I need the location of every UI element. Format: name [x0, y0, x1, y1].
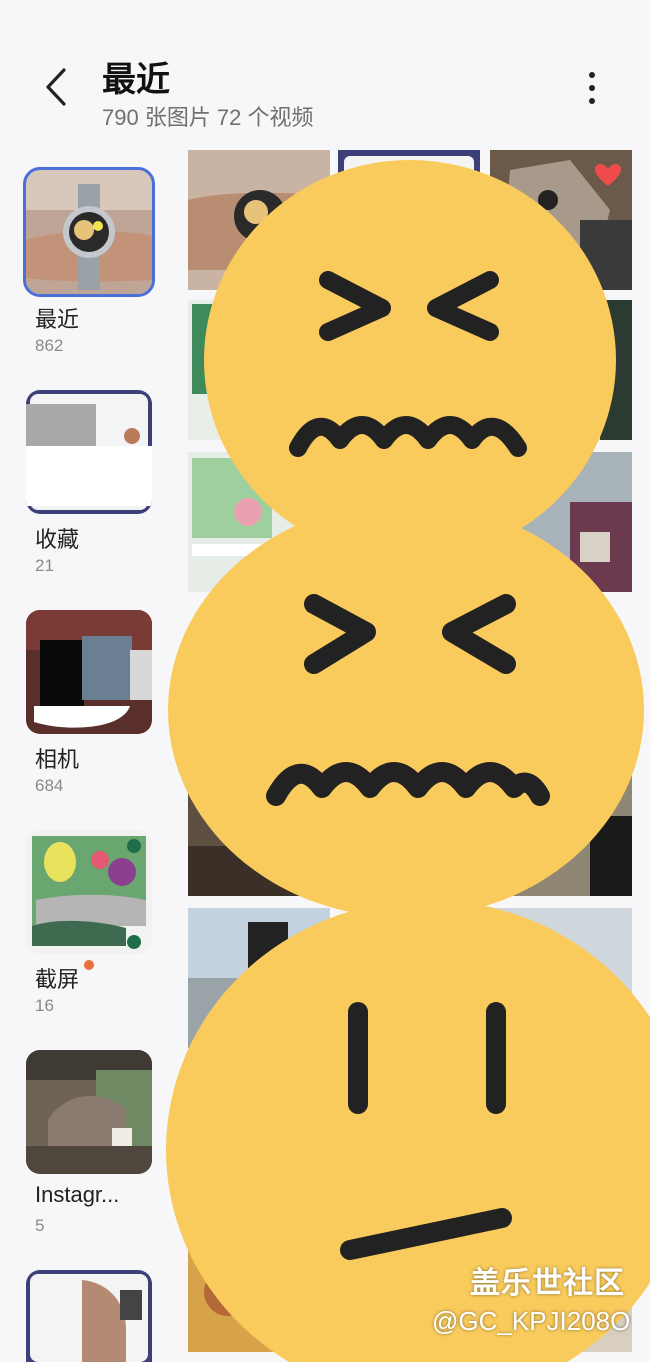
watermark-user: @GC_KPJI208O — [432, 1306, 631, 1336]
album-item-camera[interactable]: 相机 684 — [26, 610, 153, 795]
back-button[interactable] — [36, 64, 76, 110]
album-name: 最近 — [35, 307, 80, 332]
album-thumbnail — [23, 167, 155, 297]
watermark-community: 盖乐世社区 — [470, 1267, 625, 1300]
page-title: 最近 — [102, 61, 170, 99]
album-count: 862 — [35, 336, 64, 355]
album-thumbnail — [26, 1050, 152, 1174]
album-thumbnail — [26, 830, 152, 954]
album-item-instagram[interactable]: Instagr... 5 — [26, 1050, 153, 1235]
album-item-screenshots[interactable]: 截屏 16 — [26, 830, 153, 1015]
album-thumbnail — [26, 390, 152, 514]
chevron-left-icon — [46, 68, 66, 106]
album-count: 684 — [35, 776, 64, 795]
media-count: 790 张图片 72 个视频 — [102, 105, 314, 130]
album-item-favorites[interactable]: 收藏 21 — [26, 390, 153, 575]
album-name: 相机 — [35, 747, 80, 772]
album-count: 5 — [35, 1216, 45, 1235]
album-name: 收藏 — [35, 527, 80, 552]
album-name: Instagr... — [35, 1182, 120, 1207]
more-vertical-icon — [589, 72, 595, 78]
album-count: 21 — [35, 556, 54, 575]
more-options-button[interactable] — [574, 66, 610, 110]
album-thumbnail — [26, 610, 152, 734]
cringe-emoji-sticker — [168, 502, 644, 918]
album-count: 16 — [35, 996, 54, 1015]
album-thumbnail — [26, 1270, 152, 1362]
album-item-more[interactable] — [26, 1270, 153, 1362]
new-badge — [84, 960, 94, 970]
album-name: 截屏 — [35, 967, 80, 992]
album-item-recent[interactable]: 最近 862 — [23, 167, 155, 355]
